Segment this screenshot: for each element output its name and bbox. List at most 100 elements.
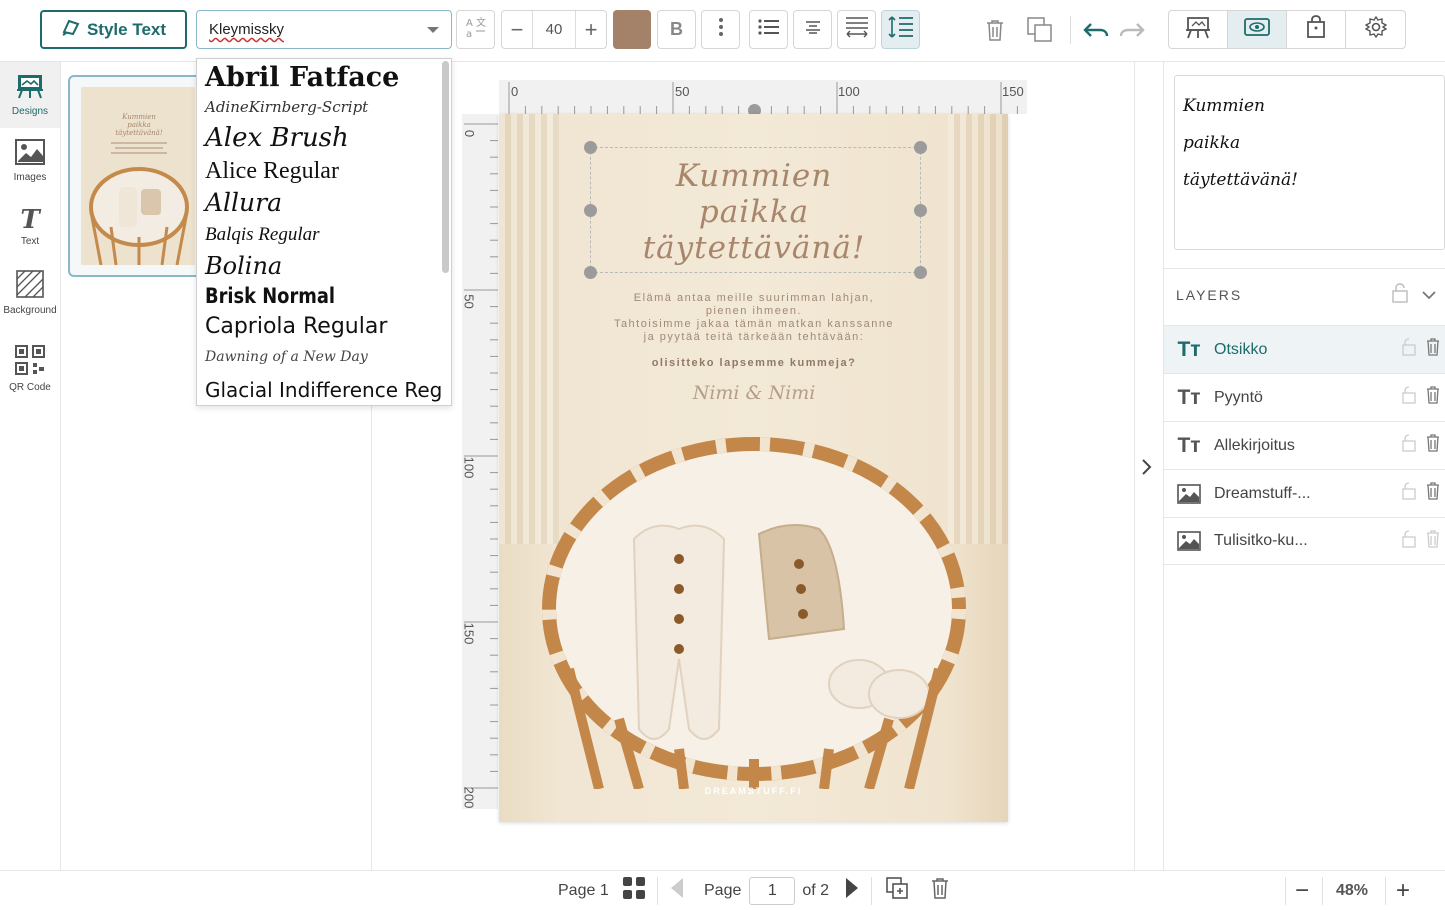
lock-icon[interactable] <box>1402 386 1416 409</box>
font-size-increase-button[interactable]: + <box>576 17 606 43</box>
font-option[interactable]: Capriola Regular <box>205 312 443 342</box>
card-question[interactable]: olisitteko lapsemme kummeja? <box>559 357 949 370</box>
zoom-out-button[interactable]: − <box>1295 871 1309 910</box>
card-body-line[interactable]: Tahtoisimme jakaa tämän matkan kanssanne <box>559 318 949 331</box>
card-body-line[interactable]: ja pyytää teitä tärkeään tehtävään: <box>559 331 949 344</box>
dropdown-scrollbar[interactable] <box>442 61 449 273</box>
resize-handle[interactable] <box>914 266 927 279</box>
font-size-stepper[interactable]: − 40 + <box>501 10 607 49</box>
layers-title: LAYERS <box>1176 286 1243 303</box>
layer-item[interactable]: Tт Pyyntö <box>1164 373 1445 421</box>
font-size-decrease-button[interactable]: − <box>502 17 532 43</box>
font-size-input[interactable]: 40 <box>532 11 576 48</box>
lock-icon[interactable] <box>1402 434 1416 457</box>
font-option[interactable]: Brisk Normal <box>205 282 407 312</box>
page-thumbnail[interactable]: Kummien paikka täytettävänä! <box>68 75 208 277</box>
trash-icon[interactable] <box>1426 482 1440 505</box>
qr-code-icon <box>15 345 45 378</box>
layer-name: Otsikko <box>1214 340 1268 358</box>
style-text-button[interactable]: Style Text <box>40 10 187 49</box>
shopping-bag-icon <box>1306 15 1326 44</box>
redo-icon[interactable] <box>1114 12 1150 48</box>
chevron-down-icon <box>427 26 439 33</box>
lock-icon[interactable] <box>1392 283 1408 306</box>
page-total: of 2 <box>802 881 830 899</box>
zoom-level[interactable]: 48% <box>1336 871 1368 910</box>
text-layer-icon: Tт <box>1177 433 1201 457</box>
rail-qr-code[interactable]: QR Code <box>0 336 60 402</box>
align-center-button[interactable] <box>793 10 832 49</box>
preview-button[interactable] <box>1228 11 1287 48</box>
shopping-bag-button[interactable] <box>1287 11 1346 48</box>
page-label: Page 1 <box>558 881 609 899</box>
zoom-value: 48% <box>1336 881 1369 899</box>
layer-name: Pyyntö <box>1214 388 1263 406</box>
card-signature[interactable]: Nimi & Nimi <box>559 382 949 404</box>
trash-icon[interactable] <box>1426 529 1440 553</box>
font-option[interactable]: Allura <box>205 186 443 220</box>
card-body-line[interactable]: Elämä antaa meille suurimman lahjan, <box>559 292 949 305</box>
trash-icon[interactable] <box>1426 338 1440 361</box>
rail-images[interactable]: Images <box>0 128 60 194</box>
bullet-list-button[interactable] <box>749 10 788 49</box>
card-body-line[interactable]: pienen ihmeen. <box>559 305 949 318</box>
font-family-select[interactable]: Kleymissky <box>196 10 452 49</box>
lock-icon[interactable] <box>1402 338 1416 361</box>
more-options-button[interactable] <box>701 10 740 49</box>
resize-handle[interactable] <box>584 266 597 279</box>
rail-background[interactable]: Background <box>0 260 60 326</box>
font-option[interactable]: Abril Fatface <box>205 61 443 94</box>
font-option[interactable]: Alice Regular <box>205 156 443 186</box>
zoom-in-button[interactable]: + <box>1396 871 1410 910</box>
triangle-right-icon <box>845 877 859 904</box>
bold-button[interactable]: B <box>657 10 696 49</box>
layer-item[interactable]: Tulisitko-ku... <box>1164 517 1445 565</box>
page-number-input[interactable]: 1 <box>749 876 796 905</box>
letter-spacing-button[interactable] <box>837 10 876 49</box>
layer-item[interactable]: Tт Otsikko <box>1164 325 1445 373</box>
text-preview: Kummien paikka täytettävänä! <box>1174 75 1445 250</box>
trash-icon[interactable] <box>1426 386 1440 409</box>
lock-icon[interactable] <box>1402 529 1416 553</box>
next-page-button[interactable] <box>845 871 859 910</box>
rail-text[interactable]: T Text <box>0 194 60 260</box>
resize-handle[interactable] <box>584 204 597 217</box>
divider <box>1322 877 1323 905</box>
trash-icon[interactable] <box>1426 434 1440 457</box>
chevron-down-icon[interactable] <box>1422 287 1436 303</box>
resize-handle[interactable] <box>584 141 597 154</box>
trash-icon[interactable] <box>977 12 1013 48</box>
layer-item[interactable]: Tт Allekirjoitus <box>1164 421 1445 469</box>
chevron-right-icon[interactable] <box>1140 458 1156 480</box>
vertical-ruler: 0 50 100 150 200 <box>461 114 498 809</box>
page-word: Page <box>704 881 742 899</box>
undo-icon[interactable] <box>1078 12 1114 48</box>
resize-handle[interactable] <box>914 141 927 154</box>
text-case-button[interactable]: A文a <box>456 10 495 49</box>
font-option[interactable]: Alex Brush <box>205 120 443 156</box>
left-rail: Designs Images T Text Background QR Code <box>0 62 61 870</box>
layer-name: Tulisitko-ku... <box>1214 532 1308 549</box>
selection-box[interactable] <box>590 147 921 273</box>
prev-page-button[interactable] <box>670 871 684 910</box>
layer-item[interactable]: Dreamstuff-... <box>1164 469 1445 517</box>
preview-line: täytettävänä! <box>1183 170 1298 190</box>
delete-page-button[interactable] <box>931 871 949 910</box>
font-option[interactable]: AdineKirnberg-Script <box>205 94 443 120</box>
font-option[interactable]: Bolina <box>205 250 443 282</box>
bold-label: B <box>670 19 683 39</box>
resize-handle[interactable] <box>914 204 927 217</box>
font-option[interactable]: Glacial Indifference Reg <box>205 374 443 405</box>
text-color-swatch[interactable] <box>613 10 651 49</box>
settings-button[interactable] <box>1346 11 1405 48</box>
duplicate-page-button[interactable] <box>885 871 909 910</box>
font-option[interactable]: Dawning of a New Day <box>205 342 443 374</box>
line-height-button[interactable] <box>881 10 920 49</box>
lock-icon[interactable] <box>1402 482 1416 505</box>
more-vertical-icon <box>718 17 724 42</box>
font-option[interactable]: Balqis Regular <box>205 220 443 250</box>
design-view-button[interactable] <box>1169 11 1228 48</box>
duplicate-icon[interactable] <box>1022 12 1058 48</box>
rail-designs[interactable]: Designs <box>0 62 60 128</box>
page-grid-button[interactable] <box>622 871 646 910</box>
